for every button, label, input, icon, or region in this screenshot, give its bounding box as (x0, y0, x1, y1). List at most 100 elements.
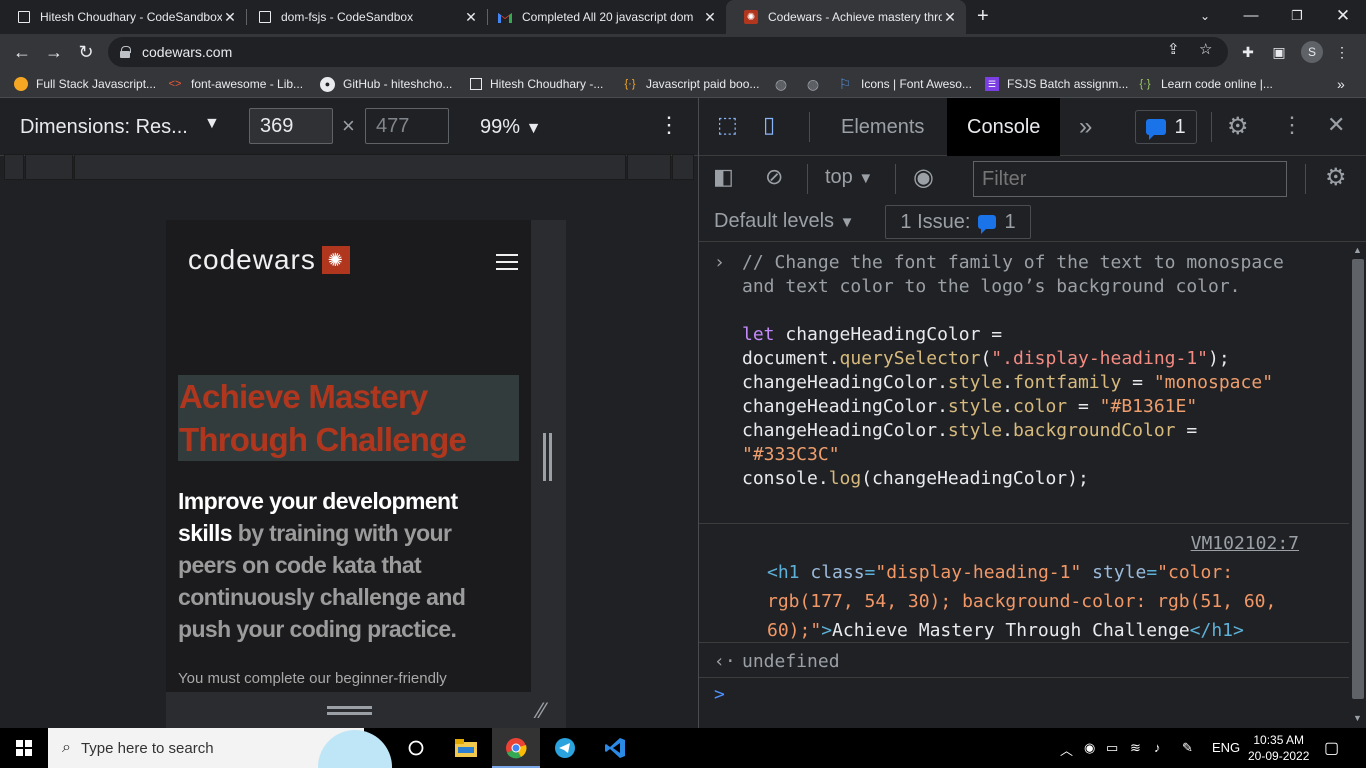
share-icon[interactable]: ⇪ (1167, 40, 1180, 58)
divider (809, 112, 810, 142)
extensions-puzzle-icon[interactable]: ✚ (1236, 41, 1260, 65)
tab-codewars[interactable]: ✺ Codewars - Achieve mastery thro ✕ (726, 0, 966, 34)
divider (1211, 112, 1212, 142)
scrollbar-thumb[interactable] (1352, 259, 1364, 699)
media-query-bar[interactable] (672, 154, 694, 180)
close-icon[interactable]: ✕ (222, 9, 238, 26)
bookmark-star-icon[interactable]: ☆ (1199, 40, 1212, 58)
bookmark-item[interactable]: ● GitHub - hiteshcho... (320, 75, 452, 93)
chrome-icon[interactable] (504, 736, 528, 760)
side-panel-icon[interactable]: ▣ (1267, 41, 1291, 65)
media-query-bar[interactable] (25, 154, 73, 180)
window-close-icon[interactable]: ✕ (1320, 0, 1366, 34)
forward-arrow-icon[interactable]: → (40, 38, 68, 66)
scroll-up-icon[interactable]: ▲ (1353, 245, 1362, 255)
media-query-bar[interactable] (627, 154, 671, 180)
address-bar[interactable]: codewars.com (108, 37, 1228, 67)
vscode-icon[interactable] (603, 736, 627, 760)
logged-element[interactable]: <h1 class="display-heading-1" style="col… (767, 558, 1327, 645)
bookmark-item[interactable]: ⚐ Icons | Font Aweso... (837, 75, 972, 93)
more-tabs-icon[interactable]: » (1059, 98, 1112, 156)
device-toggle-icon[interactable]: ▯ (763, 112, 775, 138)
height-input[interactable] (365, 108, 449, 144)
close-icon[interactable]: ✕ (702, 9, 718, 26)
bookmark-item[interactable]: ◍ (805, 75, 829, 93)
telegram-icon[interactable] (553, 736, 577, 760)
close-icon[interactable]: ✕ (463, 9, 479, 26)
meet-now-icon[interactable]: ◉ (1084, 740, 1095, 756)
more-options-icon[interactable]: ⋮ (658, 112, 680, 138)
volume-icon[interactable]: ♪ (1154, 740, 1161, 755)
zoom-select[interactable]: 99% ▼ (480, 116, 541, 139)
codesandbox-icon (259, 11, 271, 23)
file-explorer-icon[interactable] (454, 736, 478, 760)
tray-overflow-icon[interactable]: ︿ (1060, 740, 1073, 759)
issues-button[interactable]: 1 Issue: 1 (885, 205, 1031, 239)
language-indicator[interactable]: ENG (1212, 740, 1240, 755)
scroll-down-icon[interactable]: ▼ (1353, 713, 1362, 723)
width-input[interactable] (249, 108, 333, 144)
expand-chevron-icon[interactable]: › (714, 251, 725, 275)
resize-grip-horizontal[interactable] (327, 706, 372, 716)
clear-console-icon[interactable]: ⊘ (765, 164, 783, 190)
profile-avatar[interactable]: S (1301, 41, 1323, 63)
resize-grip-vertical[interactable] (543, 433, 555, 481)
hamburger-menu-icon[interactable] (496, 254, 518, 270)
bookmark-item[interactable]: <> font-awesome - Lib... (167, 75, 304, 93)
console-scrollbar[interactable]: ▲ ▼ (1349, 243, 1366, 728)
bookmark-item[interactable]: {·} Javascript paid boo... (622, 75, 759, 93)
source-link[interactable]: VM102102:7 (1191, 532, 1299, 556)
devtools-tabbar: ⬚ ▯ Elements Console » 1 ⚙ ⋮ ✕ (699, 98, 1366, 156)
task-view-icon[interactable] (404, 736, 428, 760)
restore-icon[interactable]: ❐ (1274, 0, 1320, 34)
reload-icon[interactable]: ↻ (72, 38, 100, 66)
clock[interactable]: 10:35 AM 20-09-2022 (1248, 732, 1309, 764)
taskbar-search[interactable]: ⌕ Type here to search (48, 728, 364, 768)
log-levels-bar: Default levels ▼ 1 Issue: 1 (699, 202, 1366, 242)
back-arrow-icon[interactable]: ← (8, 38, 36, 66)
windows-start-icon[interactable] (16, 740, 32, 756)
browser-toolbar: ← → ↻ codewars.com (0, 34, 1366, 70)
bookmark-item[interactable]: {·} Learn code online |... (1137, 75, 1272, 93)
bookmark-item[interactable]: ☰ FSJS Batch assignm... (985, 75, 1128, 93)
media-query-bar[interactable] (4, 154, 24, 180)
codewars-logo[interactable]: codewars ✺ (188, 244, 350, 276)
sidebar-toggle-icon[interactable]: ◧ (713, 164, 734, 190)
chevron-down-icon[interactable]: ▼ (204, 115, 220, 133)
settings-gear-icon[interactable]: ⚙ (1227, 112, 1249, 141)
close-devtools-icon[interactable]: ✕ (1327, 112, 1345, 138)
inspect-element-icon[interactable]: ⬚ (717, 112, 738, 138)
divider (807, 164, 808, 194)
close-icon[interactable]: ✕ (942, 9, 958, 26)
console-log-entry: VM102102:7 <h1 class="display-heading-1"… (699, 523, 1349, 643)
log-levels-select[interactable]: Default levels ▼ (714, 210, 854, 233)
more-options-icon[interactable]: ⋮ (1281, 112, 1303, 138)
tab-console[interactable]: Console (947, 98, 1061, 156)
context-select[interactable]: top ▼ (825, 166, 873, 189)
tab-search-icon[interactable]: ⌄ (1182, 0, 1228, 34)
notifications-icon[interactable]: ▢ (1324, 738, 1339, 758)
eye-icon[interactable]: ◉ (913, 163, 934, 192)
issues-badge[interactable]: 1 (1135, 110, 1197, 144)
battery-icon[interactable]: ▭ (1106, 740, 1118, 756)
tab-gmail[interactable]: Completed All 20 javascript dom ✕ (480, 0, 726, 34)
tab-codesandbox-profile[interactable]: Hitesh Choudhary - CodeSandbox ✕ (0, 0, 246, 34)
pen-icon[interactable]: ✎ (1182, 740, 1193, 756)
bookmark-item[interactable]: ◍ (773, 75, 797, 93)
tab-elements[interactable]: Elements (821, 98, 944, 156)
tab-dom-fsjs[interactable]: dom-fsjs - CodeSandbox ✕ (241, 0, 487, 34)
network-icon[interactable]: ≋ (1130, 740, 1141, 756)
browser-menu-icon[interactable]: ⋮ (1330, 41, 1354, 65)
bookmarks-bar: Full Stack Javascript... <> font-awesome … (0, 70, 1366, 98)
minimize-icon[interactable]: — (1228, 0, 1274, 34)
new-tab-button[interactable]: + (977, 5, 989, 28)
console-prompt[interactable]: > (714, 683, 725, 707)
console-settings-icon[interactable]: ⚙ (1325, 163, 1347, 192)
filter-input[interactable] (973, 161, 1287, 197)
media-query-bar[interactable] (74, 154, 626, 180)
dimensions-select[interactable]: Dimensions: Res... (20, 116, 188, 139)
bookmark-item[interactable]: Full Stack Javascript... (14, 75, 156, 93)
bookmark-item[interactable]: Hitesh Choudhary -... (470, 75, 603, 93)
corner-resize-icon[interactable]: ⁄⁄ (538, 698, 545, 724)
bookmarks-overflow-icon[interactable]: » (1337, 75, 1345, 93)
